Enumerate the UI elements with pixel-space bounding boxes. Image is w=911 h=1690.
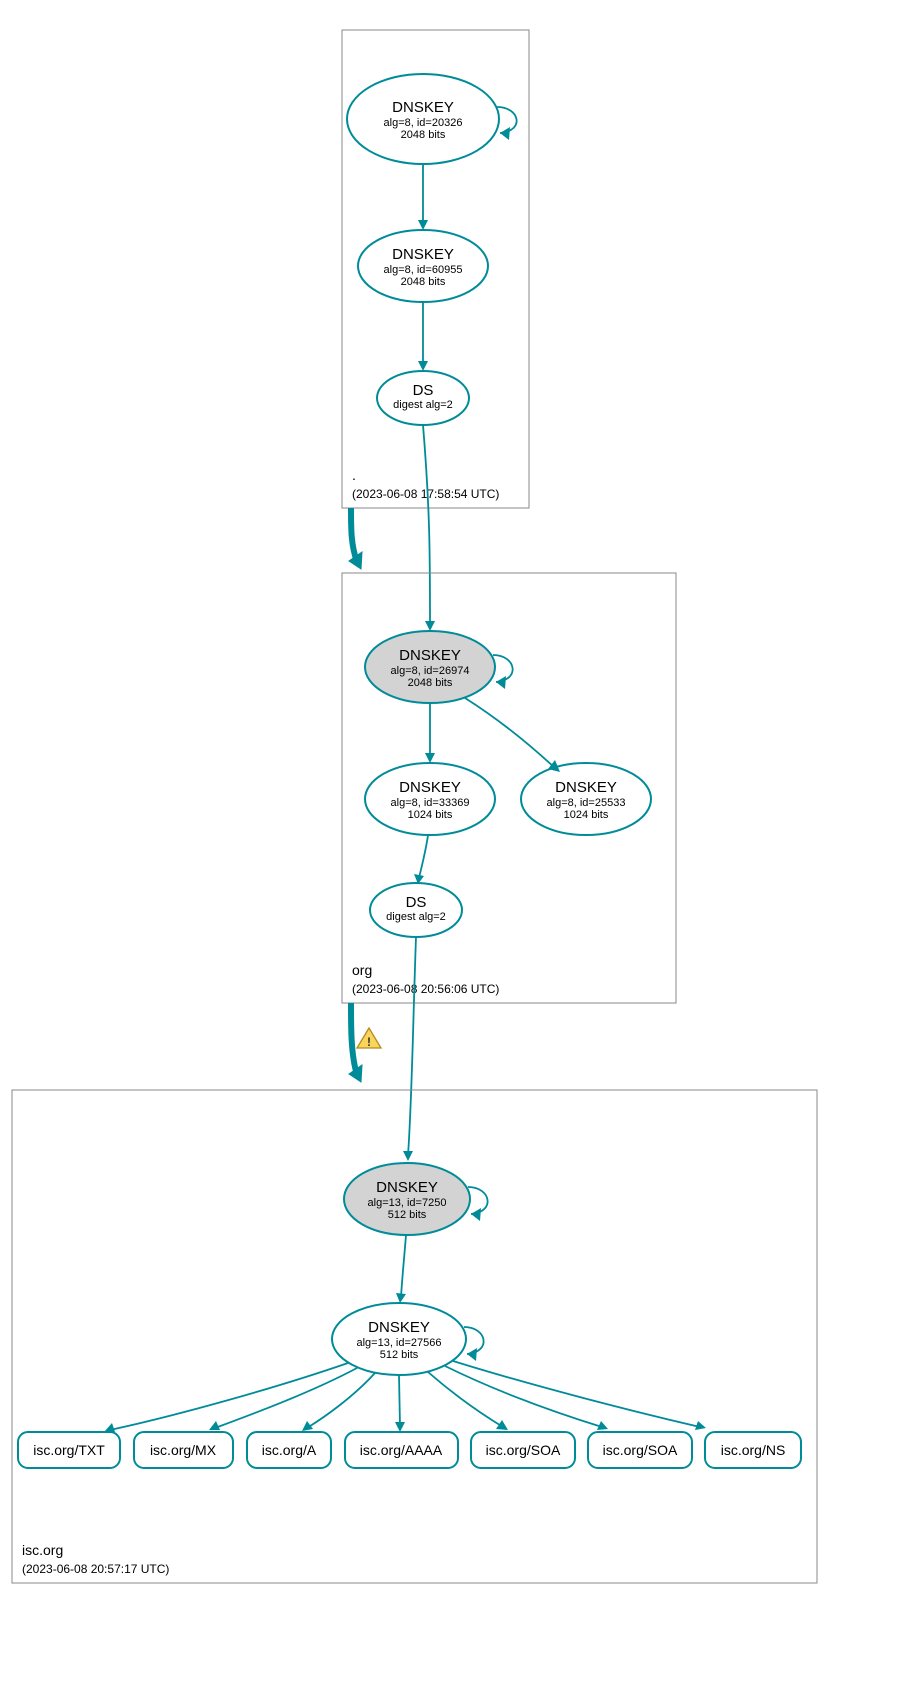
svg-text:isc.org/NS: isc.org/NS	[721, 1442, 786, 1458]
svg-text:isc.org/AAAA: isc.org/AAAA	[360, 1442, 443, 1458]
svg-text:DNSKEY: DNSKEY	[392, 246, 454, 263]
svg-text:DS: DS	[406, 894, 427, 911]
svg-text:alg=8, id=33369: alg=8, id=33369	[391, 797, 470, 809]
node-org-zsk: DNSKEY alg=8, id=33369 1024 bits	[365, 763, 495, 835]
record-txt: isc.org/TXT	[18, 1432, 120, 1468]
svg-text:!: !	[367, 1035, 371, 1049]
svg-text:DNSKEY: DNSKEY	[376, 1179, 438, 1196]
svg-text:alg=13, id=27566: alg=13, id=27566	[356, 1337, 441, 1349]
svg-text:alg=8, id=60955: alg=8, id=60955	[384, 264, 463, 276]
record-a: isc.org/A	[247, 1432, 331, 1468]
zone-root-label: .	[352, 467, 356, 483]
svg-text:512 bits: 512 bits	[380, 1349, 419, 1361]
svg-text:isc.org/TXT: isc.org/TXT	[33, 1442, 105, 1458]
svg-text:alg=8, id=26974: alg=8, id=26974	[391, 665, 470, 677]
node-isc-zsk: DNSKEY alg=13, id=27566 512 bits	[332, 1303, 466, 1375]
node-root-zsk: DNSKEY alg=8, id=60955 2048 bits	[358, 230, 488, 302]
node-org-zsk2: DNSKEY alg=8, id=25533 1024 bits	[521, 763, 651, 835]
svg-text:DNSKEY: DNSKEY	[392, 99, 454, 116]
svg-text:512 bits: 512 bits	[388, 1209, 427, 1221]
warning-icon: !	[357, 1028, 381, 1049]
svg-text:alg=8, id=20326: alg=8, id=20326	[384, 117, 463, 129]
svg-text:1024 bits: 1024 bits	[408, 809, 453, 821]
svg-text:digest alg=2: digest alg=2	[386, 911, 446, 923]
node-root-ksk: DNSKEY alg=8, id=20326 2048 bits	[347, 74, 499, 164]
node-isc-ksk: DNSKEY alg=13, id=7250 512 bits	[344, 1163, 470, 1235]
node-org-ds: DS digest alg=2	[370, 883, 462, 937]
svg-text:DNSKEY: DNSKEY	[399, 647, 461, 664]
zone-root-timestamp: (2023-06-08 17:58:54 UTC)	[352, 487, 499, 501]
svg-text:digest alg=2: digest alg=2	[393, 399, 453, 411]
node-org-ksk: DNSKEY alg=8, id=26974 2048 bits	[365, 631, 495, 703]
svg-text:2048 bits: 2048 bits	[401, 129, 446, 141]
svg-text:isc.org/MX: isc.org/MX	[150, 1442, 217, 1458]
svg-text:isc.org/A: isc.org/A	[262, 1442, 317, 1458]
svg-text:2048 bits: 2048 bits	[401, 276, 446, 288]
zone-isc-label: isc.org	[22, 1542, 63, 1558]
zone-isc-timestamp: (2023-06-08 20:57:17 UTC)	[22, 1562, 169, 1576]
record-aaaa: isc.org/AAAA	[345, 1432, 458, 1468]
svg-text:DNSKEY: DNSKEY	[399, 779, 461, 796]
zone-org-label: org	[352, 962, 372, 978]
record-soa2: isc.org/SOA	[588, 1432, 692, 1468]
record-soa1: isc.org/SOA	[471, 1432, 575, 1468]
svg-text:alg=13, id=7250: alg=13, id=7250	[368, 1197, 447, 1209]
zone-org-timestamp: (2023-06-08 20:56:06 UTC)	[352, 982, 499, 996]
node-root-ds: DS digest alg=2	[377, 371, 469, 425]
record-mx: isc.org/MX	[134, 1432, 233, 1468]
svg-text:isc.org/SOA: isc.org/SOA	[603, 1442, 678, 1458]
svg-text:isc.org/SOA: isc.org/SOA	[486, 1442, 561, 1458]
svg-text:2048 bits: 2048 bits	[408, 677, 453, 689]
svg-text:DNSKEY: DNSKEY	[368, 1319, 430, 1336]
svg-text:1024 bits: 1024 bits	[564, 809, 609, 821]
svg-text:alg=8, id=25533: alg=8, id=25533	[547, 797, 626, 809]
record-ns: isc.org/NS	[705, 1432, 801, 1468]
svg-text:DS: DS	[413, 382, 434, 399]
svg-text:DNSKEY: DNSKEY	[555, 779, 617, 796]
